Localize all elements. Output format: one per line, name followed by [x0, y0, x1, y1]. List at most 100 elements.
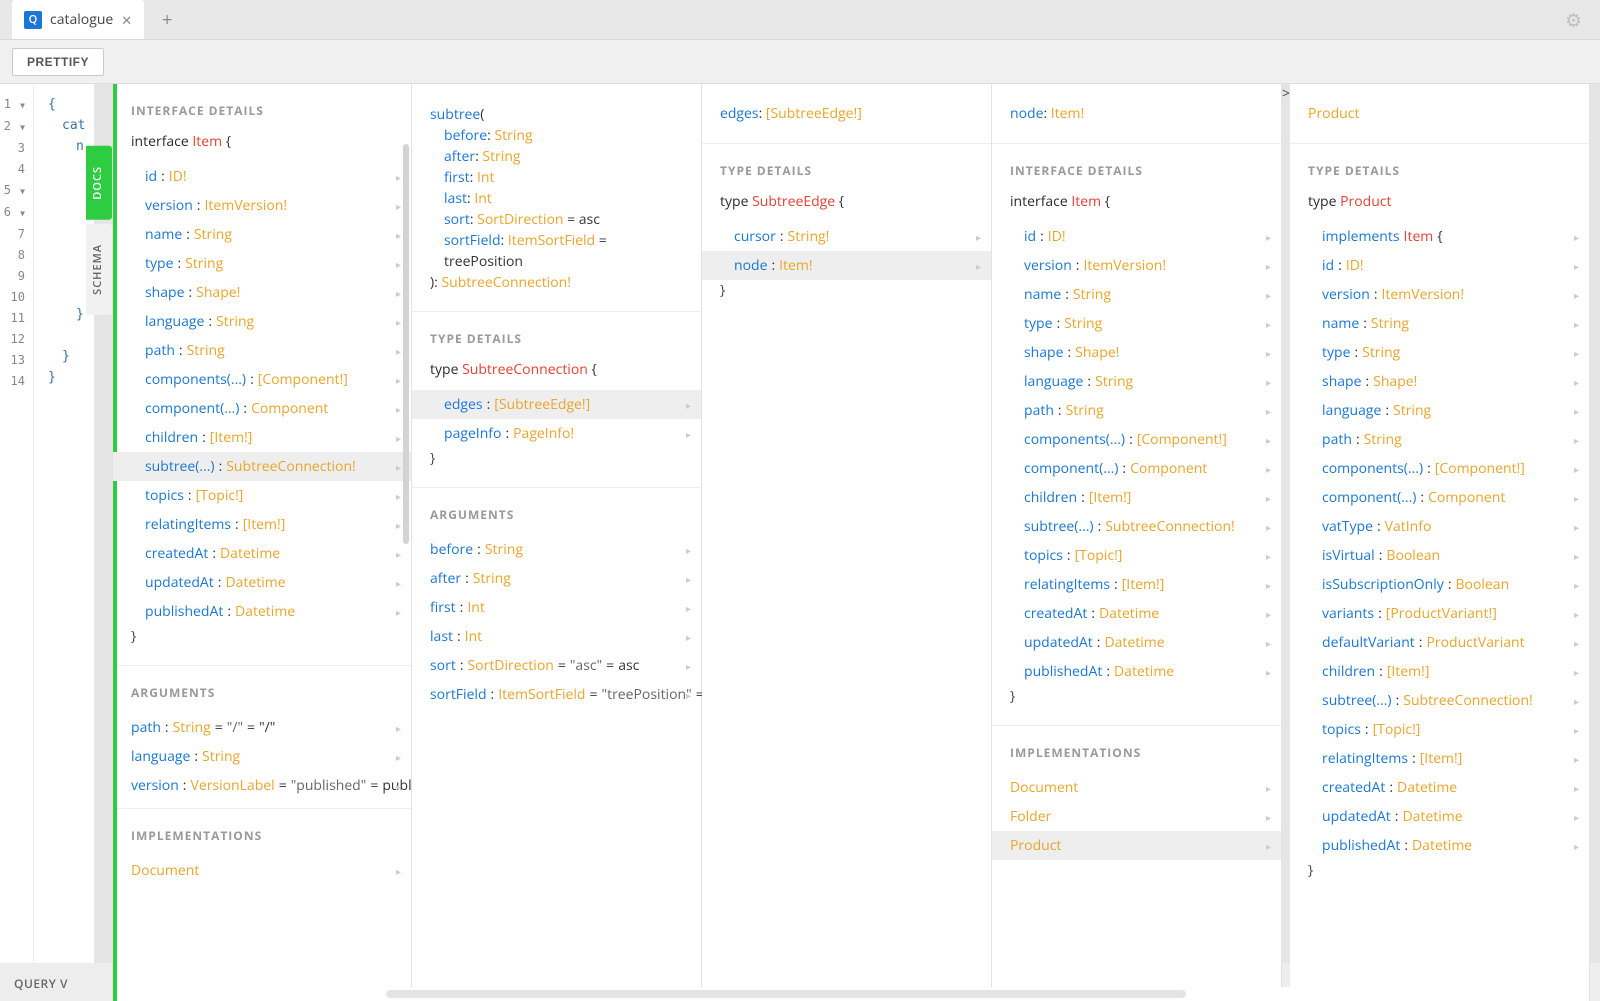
chevron-right-icon: ▸: [1266, 346, 1271, 360]
implementation-row[interactable]: Folder ▸: [992, 802, 1281, 831]
field-row[interactable]: updatedAt: Datetime ▸: [1290, 802, 1589, 831]
field-row[interactable]: children: [Item!] ▸: [1290, 657, 1589, 686]
implementation-row[interactable]: Document ▸: [113, 856, 411, 885]
docs-tab[interactable]: DOCS: [86, 146, 112, 220]
implementation-row[interactable]: Product ▸: [992, 831, 1281, 860]
field-row[interactable]: updatedAt: Datetime ▸: [113, 568, 411, 597]
field-row[interactable]: version: ItemVersion! ▸: [1290, 280, 1589, 309]
field-row[interactable]: createdAt: Datetime ▸: [113, 539, 411, 568]
field-row[interactable]: node: Item! ▸: [702, 251, 991, 280]
chevron-right-icon: ▸: [1574, 520, 1579, 534]
field-row[interactable]: path: String ▸: [1290, 425, 1589, 454]
field-row[interactable]: components(...): [Component!] ▸: [1290, 454, 1589, 483]
tab[interactable]: Q catalogue ✕: [12, 0, 144, 39]
argument-row[interactable]: last: Int ▸: [412, 622, 701, 651]
field-row[interactable]: edges: [SubtreeEdge!] ▸: [412, 390, 701, 419]
field-row[interactable]: version: ItemVersion! ▸: [113, 191, 411, 220]
section-header: IMPLEMENTATIONS: [113, 808, 411, 856]
chevron-right-icon: ▸: [1266, 810, 1271, 824]
field-row[interactable]: shape: Shape! ▸: [992, 338, 1281, 367]
schema-tab[interactable]: SCHEMA: [86, 224, 112, 315]
field-row[interactable]: type: String ▸: [113, 249, 411, 278]
argument-row[interactable]: after: String ▸: [412, 564, 701, 593]
field-row[interactable]: topics: [Topic!] ▸: [992, 541, 1281, 570]
panel-interface-item: INTERFACE DETAILS interface Item { id: I…: [112, 84, 412, 1001]
chevron-right-icon: ▸: [396, 750, 401, 764]
argument-row[interactable]: sort: SortDirection = "asc" = asc ▸: [412, 651, 701, 680]
field-row[interactable]: isVirtual: Boolean ▸: [1290, 541, 1589, 570]
field-row[interactable]: defaultVariant: ProductVariant ▸: [1290, 628, 1589, 657]
argument-row[interactable]: before: String ▸: [412, 535, 701, 564]
field-row[interactable]: id: ID! ▸: [1290, 251, 1589, 280]
fold-icon[interactable]: ▼: [20, 117, 25, 138]
field-row[interactable]: cursor: String! ▸: [702, 222, 991, 251]
field-row[interactable]: shape: Shape! ▸: [1290, 367, 1589, 396]
main: 1 ▼ 2 ▼ 3 4 5 ▼ 6 ▼ 7 8 9 10 11 12 13 14…: [0, 84, 1600, 1001]
argument-row[interactable]: first: Int ▸: [412, 593, 701, 622]
add-tab-button[interactable]: +: [154, 7, 180, 33]
field-row[interactable]: subtree(...): SubtreeConnection! ▸: [992, 512, 1281, 541]
field-row[interactable]: subtree(...): SubtreeConnection! ▸: [1290, 686, 1589, 715]
field-signature: subtree( before: Stringafter: Stringfirs…: [412, 84, 701, 303]
field-row[interactable]: children: [Item!] ▸: [992, 483, 1281, 512]
field-row[interactable]: name: String ▸: [992, 280, 1281, 309]
field-row[interactable]: path: String ▸: [992, 396, 1281, 425]
close-icon[interactable]: ✕: [121, 11, 132, 29]
scrollbar[interactable]: [403, 144, 409, 544]
field-row[interactable]: type: String ▸: [992, 309, 1281, 338]
field-row[interactable]: name: String ▸: [1290, 309, 1589, 338]
argument-row[interactable]: sortField: ItemSortField = "treePosition…: [412, 680, 701, 709]
field-row[interactable]: type: String ▸: [1290, 338, 1589, 367]
field-row[interactable]: language: String ▸: [1290, 396, 1589, 425]
field-row[interactable]: subtree(...): SubtreeConnection! ▸: [113, 452, 411, 481]
implementation-row[interactable]: Document ▸: [992, 773, 1281, 802]
field-row[interactable]: isSubscriptionOnly: Boolean ▸: [1290, 570, 1589, 599]
implements-row[interactable]: implements Item { ▸: [1290, 222, 1589, 251]
field-row[interactable]: language: String ▸: [992, 367, 1281, 396]
fold-icon[interactable]: ▼: [20, 95, 25, 116]
field-row[interactable]: publishedAt: Datetime ▸: [992, 657, 1281, 686]
horizontal-scrollbar[interactable]: [386, 987, 1436, 1001]
field-row[interactable]: component(...): Component ▸: [1290, 483, 1589, 512]
field-row[interactable]: publishedAt: Datetime ▸: [113, 597, 411, 626]
field-row[interactable]: name: String ▸: [113, 220, 411, 249]
field-row[interactable]: createdAt: Datetime ▸: [1290, 773, 1589, 802]
chevron-right-icon: ▸: [1266, 578, 1271, 592]
field-row[interactable]: variants: [ProductVariant!] ▸: [1290, 599, 1589, 628]
field-row[interactable]: id: ID! ▸: [992, 222, 1281, 251]
field-row[interactable]: children: [Item!] ▸: [113, 423, 411, 452]
field-row[interactable]: component(...): Component ▸: [113, 394, 411, 423]
field-row[interactable]: version: ItemVersion! ▸: [992, 251, 1281, 280]
field-row[interactable]: publishedAt: Datetime ▸: [1290, 831, 1589, 860]
field-row[interactable]: topics: [Topic!] ▸: [1290, 715, 1589, 744]
field-row[interactable]: pageInfo: PageInfo! ▸: [412, 419, 701, 448]
field-row[interactable]: relatingItems: [Item!] ▸: [1290, 744, 1589, 773]
chevron-right-icon: ▸: [396, 721, 401, 735]
prettify-button[interactable]: PRETTIFY: [12, 48, 104, 76]
field-row[interactable]: components(...): [Component!] ▸: [992, 425, 1281, 454]
argument-row[interactable]: version: VersionLabel = "published" = pu…: [113, 771, 411, 800]
field-row[interactable]: vatType: VatInfo ▸: [1290, 512, 1589, 541]
editor[interactable]: { cat n } } }: [34, 84, 94, 1001]
field-row[interactable]: id: ID! ▸: [113, 162, 411, 191]
fold-icon[interactable]: ▼: [20, 203, 25, 224]
field-row[interactable]: relatingItems: [Item!] ▸: [992, 570, 1281, 599]
field-row[interactable]: shape: Shape! ▸: [113, 278, 411, 307]
chevron-right-icon: ▸: [1266, 607, 1271, 621]
field-row[interactable]: language: String ▸: [113, 307, 411, 336]
argument-row[interactable]: path: String = "/" = "/" ▸: [113, 713, 411, 742]
field-row[interactable]: component(...): Component ▸: [992, 454, 1281, 483]
field-row[interactable]: updatedAt: Datetime ▸: [992, 628, 1281, 657]
chevron-right-icon: ▸: [1574, 607, 1579, 621]
argument-row[interactable]: language: String ▸: [113, 742, 411, 771]
fold-icon[interactable]: ▼: [20, 181, 25, 202]
field-row[interactable]: path: String ▸: [113, 336, 411, 365]
chevron-right-icon: ▸: [396, 547, 401, 561]
chevron-right-icon: ▸: [396, 170, 401, 184]
field-row[interactable]: relatingItems: [Item!] ▸: [113, 510, 411, 539]
field-row[interactable]: createdAt: Datetime ▸: [992, 599, 1281, 628]
gear-icon[interactable]: ⚙: [1565, 7, 1582, 33]
field-row[interactable]: components(...): [Component!] ▸: [113, 365, 411, 394]
field-row[interactable]: topics: [Topic!] ▸: [113, 481, 411, 510]
chevron-right-icon: ▸: [976, 259, 981, 273]
